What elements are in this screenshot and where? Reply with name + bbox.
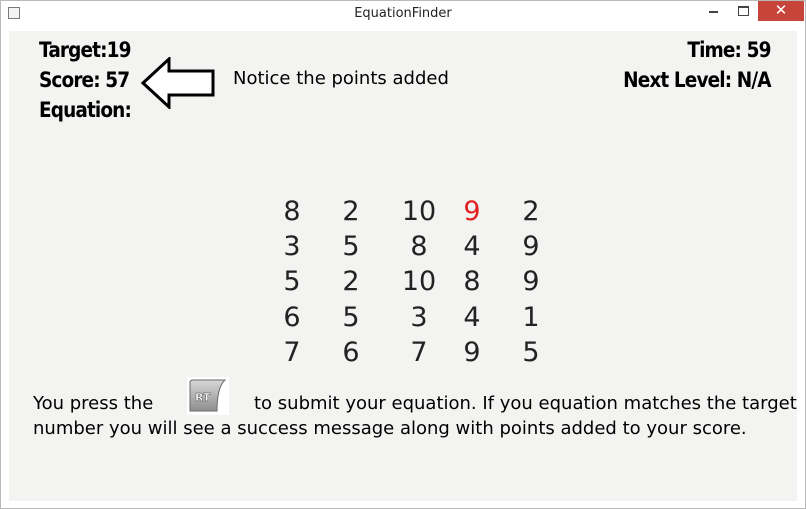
grid-cell: 6 <box>342 337 360 368</box>
grid-cell: 9 <box>522 266 540 297</box>
instruction-line1-start: You press the <box>33 393 154 414</box>
grid-cell: 8 <box>410 231 428 262</box>
grid-cell: 5 <box>283 266 301 297</box>
left-arrow-icon <box>141 57 215 109</box>
close-button[interactable]: ✕ <box>758 1 804 21</box>
score-label: Score: 57 <box>39 68 130 92</box>
maximize-icon <box>737 6 749 16</box>
grid-cell: 9 <box>522 231 540 262</box>
annotation-note: Notice the points added <box>233 68 449 89</box>
title-bar[interactable]: EquationFinder ✕ <box>1 1 805 27</box>
target-label: Target:19 <box>39 38 131 62</box>
close-icon: ✕ <box>774 2 788 19</box>
rt-trigger-icon: RT <box>187 377 229 415</box>
grid-cell: 4 <box>463 231 481 262</box>
grid-cell: 2 <box>342 266 360 297</box>
grid-cell: 5 <box>522 337 540 368</box>
grid-cell: 5 <box>342 302 360 333</box>
grid-cell: 2 <box>522 196 540 227</box>
minimize-icon <box>708 11 718 13</box>
time-label: Time: 59 <box>687 38 772 62</box>
grid-cell: 10 <box>401 196 437 227</box>
game-area: Target:19 Score: 57 Equation: Time: 59 N… <box>9 31 797 501</box>
equation-label: Equation: <box>39 98 132 122</box>
maximize-button[interactable] <box>728 1 758 21</box>
grid-cell: 9 <box>463 337 481 368</box>
grid-cell: 3 <box>283 231 301 262</box>
app-window: EquationFinder ✕ Target:19 Score: 57 Equ… <box>0 0 806 509</box>
grid-cell: 8 <box>463 266 481 297</box>
next-level-label: Next Level: N/A <box>623 68 771 92</box>
grid-cell: 1 <box>522 302 540 333</box>
grid-cell: 4 <box>463 302 481 333</box>
grid-cell: 3 <box>410 302 428 333</box>
instruction-line1-end: to submit your equation. If you equation… <box>254 393 797 414</box>
grid-cell: 6 <box>283 302 301 333</box>
grid-cell: 9 <box>463 196 481 227</box>
minimize-button[interactable] <box>700 1 726 21</box>
instruction-line2: number you will see a success message al… <box>33 418 747 439</box>
grid-cell: 5 <box>342 231 360 262</box>
grid-cell: 10 <box>401 266 437 297</box>
grid-cell: 7 <box>410 337 428 368</box>
rt-icon-label: RT <box>195 391 211 404</box>
grid-cell: 7 <box>283 337 301 368</box>
grid-cell: 8 <box>283 196 301 227</box>
window-title: EquationFinder <box>354 6 452 21</box>
grid-cell: 2 <box>342 196 360 227</box>
